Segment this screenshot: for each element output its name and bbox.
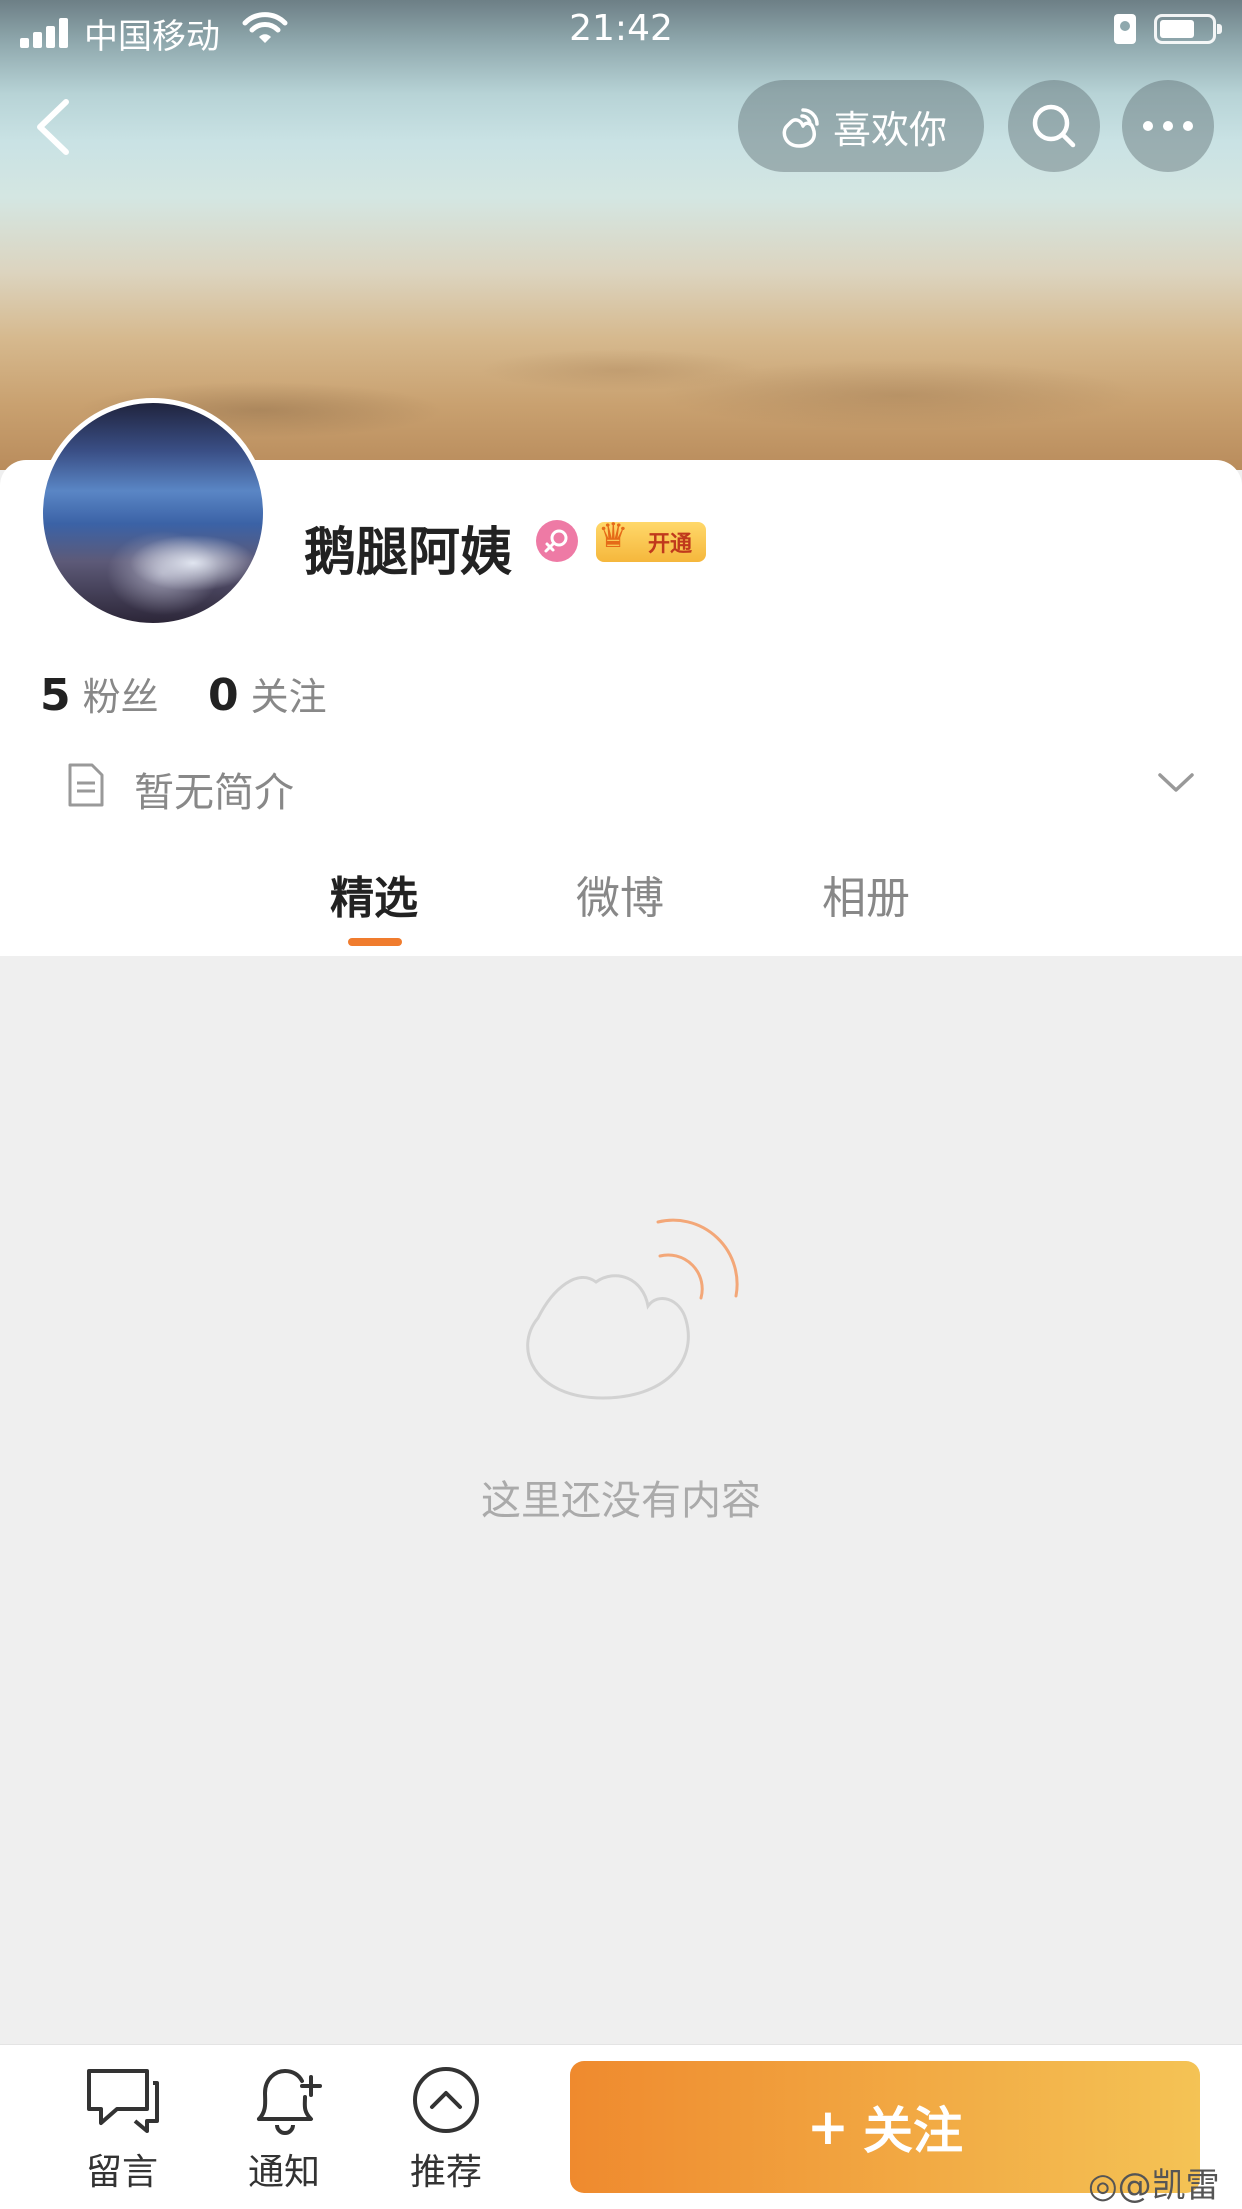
bio-text: 暂无简介 [134,770,294,816]
clock: 21:42 [569,8,673,49]
plus-icon: + [807,2098,849,2156]
recommend-button[interactable]: 推荐 [376,2065,516,2195]
following-count: 0 [208,670,239,721]
followers-stat[interactable]: 5 粉丝 [40,666,159,721]
weibo-logo-icon: ◎ [1088,2166,1118,2206]
tab-weibo[interactable]: 微博 [576,862,664,926]
vip-activate-badge[interactable]: ♛ 开通 [596,516,706,562]
active-tab-indicator [348,938,402,946]
weibo-hand-icon [782,108,819,148]
tab-featured[interactable]: 精选 [330,862,418,926]
bottom-action-bar: 留言 通知 推荐 + 关注 [0,2044,1242,2209]
search-button[interactable] [1008,80,1100,172]
empty-state-text: 这里还没有内容 [481,1478,761,1524]
chevron-up-circle-icon [413,2067,479,2133]
recommend-label: 推荐 [409,2152,482,2193]
message-label: 留言 [85,2152,158,2193]
female-icon [544,529,568,553]
document-icon [68,763,104,807]
search-icon [1032,104,1076,148]
status-bar: 中国移动 21:42 [0,0,1242,60]
followers-label: 粉丝 [82,675,159,719]
more-icon [1143,121,1193,131]
following-stat[interactable]: 0 关注 [208,666,327,721]
chevron-down-icon[interactable] [1156,770,1196,796]
followers-count: 5 [40,670,71,721]
watermark-text: @凯雷 [1117,2166,1220,2206]
female-gender-badge [536,520,578,562]
bell-plus-icon [257,2068,322,2135]
header-background [0,0,1242,470]
tab-album[interactable]: 相册 [822,862,910,926]
chevron-left-icon [37,99,69,155]
chat-icon [87,2069,159,2133]
avatar[interactable] [38,398,268,628]
profile-tabs: 精选 微博 相册 [0,858,1242,958]
message-button[interactable]: 留言 [52,2065,192,2195]
crown-icon: ♛ [598,516,629,556]
bio-row[interactable]: 暂无简介 [66,752,1206,828]
back-button[interactable] [26,92,86,162]
follow-label: 关注 [862,2102,963,2160]
more-options-button[interactable] [1122,80,1214,172]
notify-label: 通知 [247,2152,320,2193]
battery-icon [1154,14,1222,44]
like-you-label: 喜欢你 [832,107,947,152]
vip-badge-label: 开通 [647,532,692,557]
notify-button[interactable]: 通知 [214,2065,354,2195]
like-you-button[interactable]: 喜欢你 [738,80,984,172]
watermark: ◎@凯雷 [1088,2158,1220,2207]
following-label: 关注 [250,675,327,719]
profile-name: 鹅腿阿姨 [304,523,513,583]
orientation-lock-icon [1114,14,1136,44]
empty-state-icon [526,1218,739,1400]
